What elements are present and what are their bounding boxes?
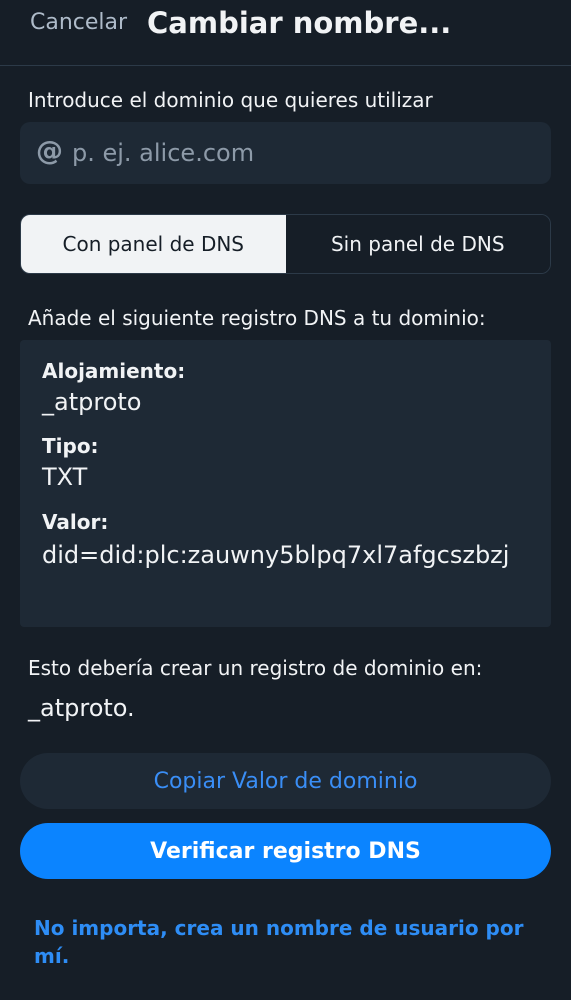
value-label: Valor: xyxy=(42,510,109,534)
tab-with-dns-panel[interactable]: Con panel de DNS xyxy=(21,215,286,273)
create-default-handle-link[interactable]: No importa, crea un nombre de usuario po… xyxy=(34,914,534,970)
domain-label: Introduce el dominio que quieres utiliza… xyxy=(28,88,433,112)
dns-panel-toggle: Con panel de DNS Sin panel de DNS xyxy=(20,214,551,274)
change-handle-screen: Cancelar Cambiar nombre... Introduce el … xyxy=(0,0,571,1000)
host-value: _atproto xyxy=(42,388,142,416)
domain-input[interactable] xyxy=(72,122,532,184)
record-intro: Añade el siguiente registro DNS a tu dom… xyxy=(28,306,486,330)
dns-record-box: Alojamiento: _atproto Tipo: TXT Valor: d… xyxy=(20,340,551,627)
verify-dns-button[interactable]: Verificar registro DNS xyxy=(20,823,551,879)
header: Cancelar Cambiar nombre... xyxy=(0,0,571,66)
at-icon: @ xyxy=(36,136,63,167)
info-text: Esto debería crear un registro de domini… xyxy=(28,656,483,680)
page-title: Cambiar nombre... xyxy=(147,6,452,40)
type-label: Tipo: xyxy=(42,434,99,458)
host-label: Alojamiento: xyxy=(42,359,186,383)
info-domain: _atproto. xyxy=(28,694,135,722)
cancel-button[interactable]: Cancelar xyxy=(30,10,127,35)
copy-domain-value-button[interactable]: Copiar Valor de dominio xyxy=(20,753,551,809)
tab-without-dns-panel[interactable]: Sin panel de DNS xyxy=(285,215,550,273)
domain-field[interactable]: @ xyxy=(20,122,551,184)
value-value: did=did:plc:zauwny5blpq7xl7afgcszbzj xyxy=(42,541,510,569)
type-value: TXT xyxy=(42,463,88,491)
